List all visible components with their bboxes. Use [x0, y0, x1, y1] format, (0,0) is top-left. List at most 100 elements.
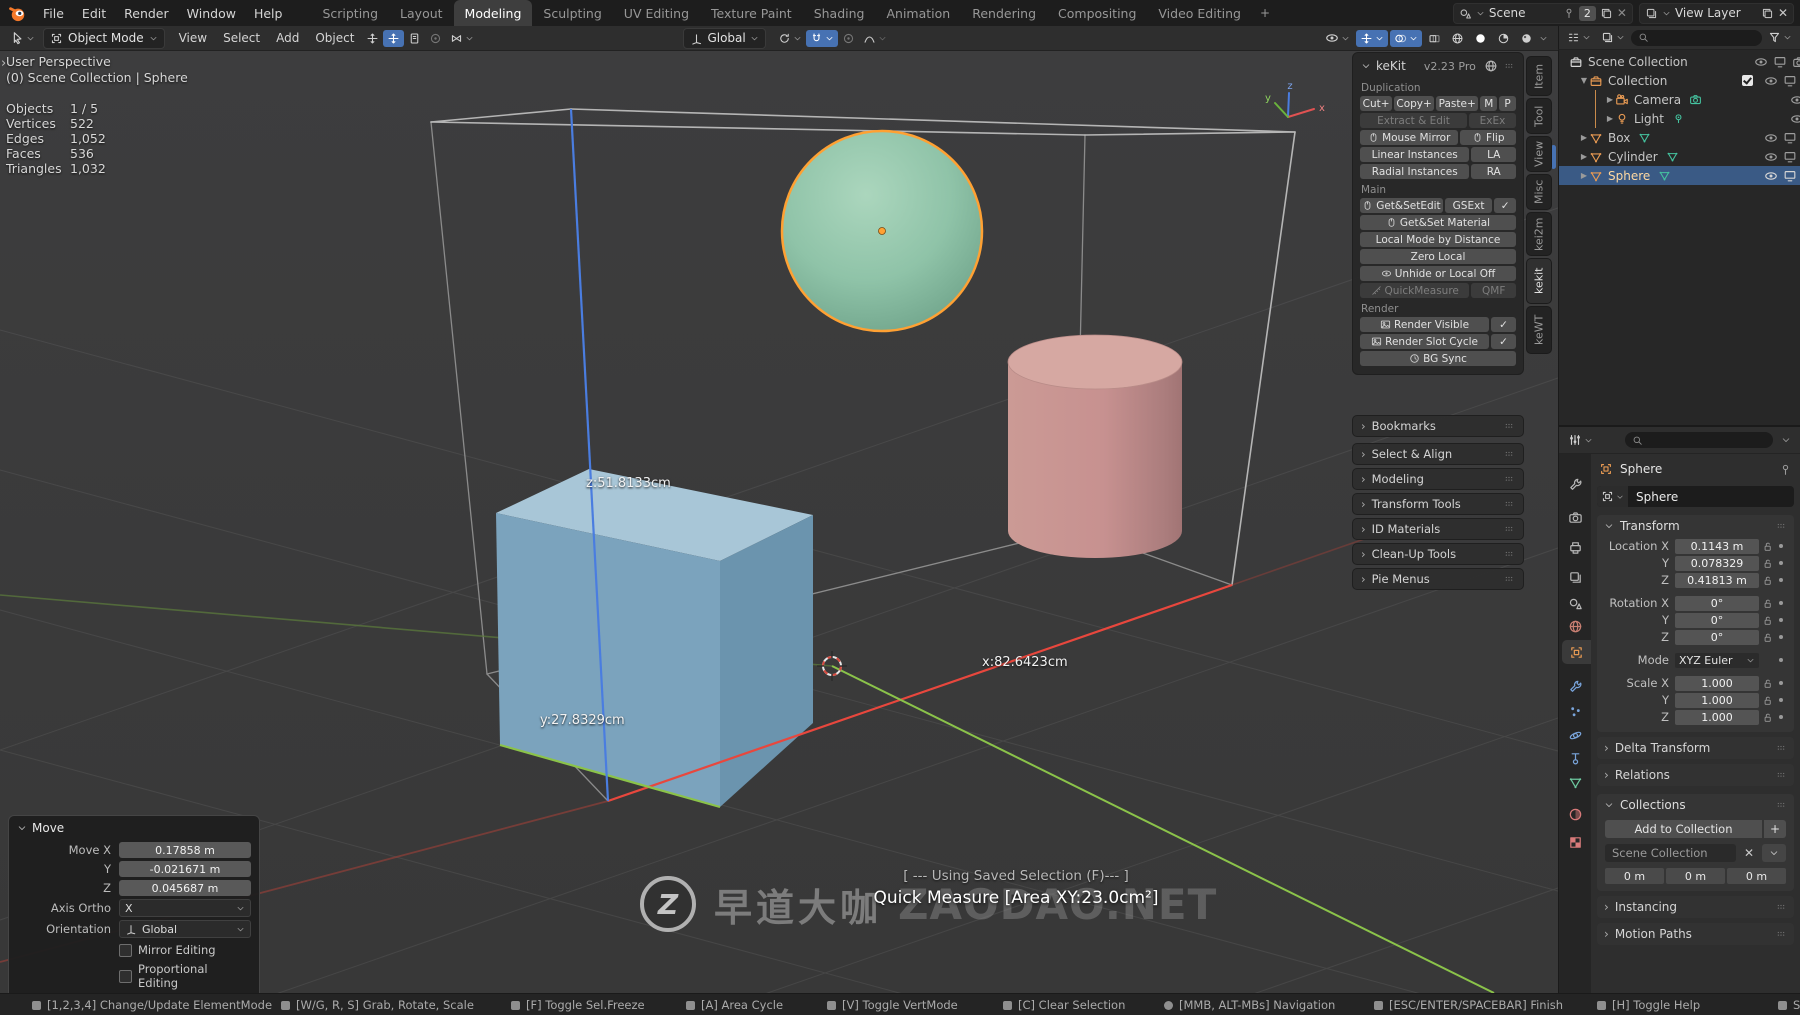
- new-view-layer-icon[interactable]: [1761, 7, 1774, 20]
- menu-render[interactable]: Render: [115, 4, 178, 23]
- move-field-input[interactable]: 0.17858 m: [119, 842, 251, 858]
- kekit-tab-view[interactable]: View: [1526, 136, 1552, 172]
- kekit-button-gsext[interactable]: GSExt: [1445, 198, 1492, 213]
- new-collection-button[interactable]: +: [1764, 820, 1786, 838]
- collapse-icon[interactable]: [17, 823, 27, 833]
- disclosure-closed-icon[interactable]: ▶: [1579, 133, 1589, 142]
- animate-dot[interactable]: [1775, 601, 1787, 605]
- chevron-down-icon[interactable]: [1781, 435, 1791, 445]
- mirror-toggle[interactable]: [446, 30, 478, 47]
- shading-solid-button[interactable]: [1470, 30, 1491, 47]
- menu-help[interactable]: Help: [245, 4, 292, 23]
- lock-open-icon[interactable]: [1762, 558, 1773, 569]
- kekit-button-radial-instances[interactable]: Radial Instances: [1360, 164, 1469, 179]
- kekit-panel-select-align[interactable]: ›Select & Align: [1352, 443, 1524, 465]
- collection-name-field[interactable]: Scene Collection: [1605, 844, 1736, 862]
- animate-dot[interactable]: [1775, 561, 1787, 565]
- animate-dot[interactable]: [1775, 635, 1787, 639]
- transform-toggle[interactable]: [362, 30, 383, 47]
- outliner-display-mode[interactable]: [1563, 29, 1595, 46]
- move-field-input[interactable]: 0.045687 m: [119, 880, 251, 896]
- unlink-scene-icon[interactable]: ✕: [1617, 6, 1627, 20]
- proportional-toggle[interactable]: [838, 30, 859, 47]
- shading-rendered-button[interactable]: [1516, 30, 1537, 47]
- viewport-menu-add[interactable]: Add: [268, 29, 307, 47]
- orientation-select[interactable]: Global: [119, 920, 251, 938]
- kekit-button--[interactable]: ✓: [1494, 198, 1516, 213]
- disclosure-open-icon[interactable]: ▼: [1579, 76, 1589, 85]
- outliner-row-cylinder[interactable]: ▶Cylinder: [1559, 147, 1800, 166]
- kekit-button-flip[interactable]: Flip: [1460, 130, 1516, 145]
- hide-icon[interactable]: [1764, 169, 1778, 183]
- kekit-button-unhide-or-local-off[interactable]: Unhide or Local Off: [1360, 266, 1516, 281]
- kekit-panel-bookmarks[interactable]: ›Bookmarks: [1352, 415, 1524, 437]
- workspace-tab-uv-editing[interactable]: UV Editing: [613, 0, 700, 26]
- disable-viewport-icon[interactable]: [1773, 55, 1787, 69]
- kekit-button-bg-sync[interactable]: BG Sync: [1360, 351, 1516, 366]
- kekit-button--[interactable]: ✓: [1491, 317, 1516, 332]
- collapse-icon[interactable]: [1604, 800, 1614, 810]
- viewport-menu-select[interactable]: Select: [215, 29, 268, 47]
- hide-icon[interactable]: [1790, 112, 1800, 126]
- remove-collection-button[interactable]: ✕: [1739, 846, 1759, 860]
- transform-value-field[interactable]: 0°: [1675, 630, 1759, 645]
- panel-instancing[interactable]: ›Instancing: [1597, 896, 1794, 918]
- transform-value-field[interactable]: 1.000: [1675, 710, 1759, 725]
- transform-value-field[interactable]: 0.1143 m: [1675, 539, 1759, 554]
- transform-orientation-selector[interactable]: Global: [683, 28, 765, 49]
- kekit-button-extract-edit[interactable]: Extract & Edit: [1360, 113, 1467, 128]
- properties-tab-scene[interactable]: [1559, 591, 1591, 615]
- outliner-row-camera[interactable]: ▶Camera: [1559, 90, 1800, 109]
- workspace-tab-shading[interactable]: Shading: [803, 0, 876, 26]
- viewport-3d[interactable]: z x y › User Perspective (0) Scene Colle…: [0, 50, 1558, 993]
- kekit-button-render-slot-cycle[interactable]: Render Slot Cycle: [1360, 334, 1489, 349]
- kekit-button-qmf[interactable]: QMF: [1471, 283, 1516, 298]
- outliner-search-input[interactable]: [1631, 30, 1762, 46]
- transform-value-field[interactable]: 1.000: [1675, 676, 1759, 691]
- xray-toggle[interactable]: [1424, 30, 1445, 47]
- kekit-button-quickmeasure[interactable]: QuickMeasure: [1360, 283, 1469, 298]
- transform-value-field[interactable]: 0°: [1675, 596, 1759, 611]
- animate-dot[interactable]: [1775, 618, 1787, 622]
- properties-tab-constraints[interactable]: [1559, 746, 1591, 770]
- properties-tab-texture[interactable]: [1559, 830, 1591, 854]
- checkbox-proportional-editing[interactable]: [119, 970, 132, 983]
- kekit-panel-transform-tools[interactable]: ›Transform Tools: [1352, 493, 1524, 515]
- properties-tab-object-data[interactable]: [1559, 770, 1591, 794]
- workspace-tab-compositing[interactable]: Compositing: [1047, 0, 1147, 26]
- kekit-button-linear-instances[interactable]: Linear Instances: [1360, 147, 1469, 162]
- add-to-collection-button[interactable]: Add to Collection: [1605, 820, 1762, 838]
- move-field-input[interactable]: -0.021671 m: [119, 861, 251, 877]
- dyntopo-toggle[interactable]: [425, 30, 446, 47]
- disclosure-closed-icon[interactable]: ▶: [1605, 114, 1615, 123]
- disclosure-closed-icon[interactable]: ▶: [1605, 95, 1615, 104]
- grip-icon[interactable]: [1775, 799, 1787, 811]
- kekit-button-mouse-mirror[interactable]: Mouse Mirror: [1360, 130, 1458, 145]
- viewport-menu-object[interactable]: Object: [307, 29, 362, 47]
- shading-material-button[interactable]: [1493, 30, 1514, 47]
- collection-offset-field[interactable]: 0 m: [1605, 868, 1664, 884]
- outliner-collection-menu[interactable]: [1597, 29, 1629, 46]
- kekit-panel-pie-menus[interactable]: ›Pie Menus: [1352, 568, 1524, 590]
- lock-open-icon[interactable]: [1762, 541, 1773, 552]
- mode-selector[interactable]: Object Mode: [43, 28, 165, 49]
- lock-open-icon[interactable]: [1762, 615, 1773, 626]
- kekit-tab-kewt[interactable]: keWT: [1526, 306, 1552, 354]
- kekit-panel-id-materials[interactable]: ›ID Materials: [1352, 518, 1524, 540]
- disable-viewport-icon[interactable]: [1783, 169, 1797, 183]
- hide-icon[interactable]: [1790, 93, 1800, 107]
- new-scene-icon[interactable]: [1600, 7, 1613, 20]
- pin-icon[interactable]: [1779, 463, 1792, 476]
- kekit-button-la[interactable]: LA: [1471, 147, 1516, 162]
- kekit-button-copy-[interactable]: Copy+: [1394, 96, 1434, 111]
- lock-open-icon[interactable]: [1762, 678, 1773, 689]
- transform-value-field[interactable]: 0.078329: [1675, 556, 1759, 571]
- checkbox-mirror-editing[interactable]: [119, 944, 132, 957]
- collapse-icon[interactable]: [1604, 521, 1614, 531]
- transform-value-field[interactable]: 0°: [1675, 613, 1759, 628]
- workspace-tab-video-editing[interactable]: Video Editing: [1147, 0, 1252, 26]
- outliner-row-box[interactable]: ▶Box: [1559, 128, 1800, 147]
- hide-icon[interactable]: [1764, 131, 1778, 145]
- properties-tab-object[interactable]: [1562, 640, 1591, 664]
- properties-tab-material[interactable]: [1559, 802, 1591, 826]
